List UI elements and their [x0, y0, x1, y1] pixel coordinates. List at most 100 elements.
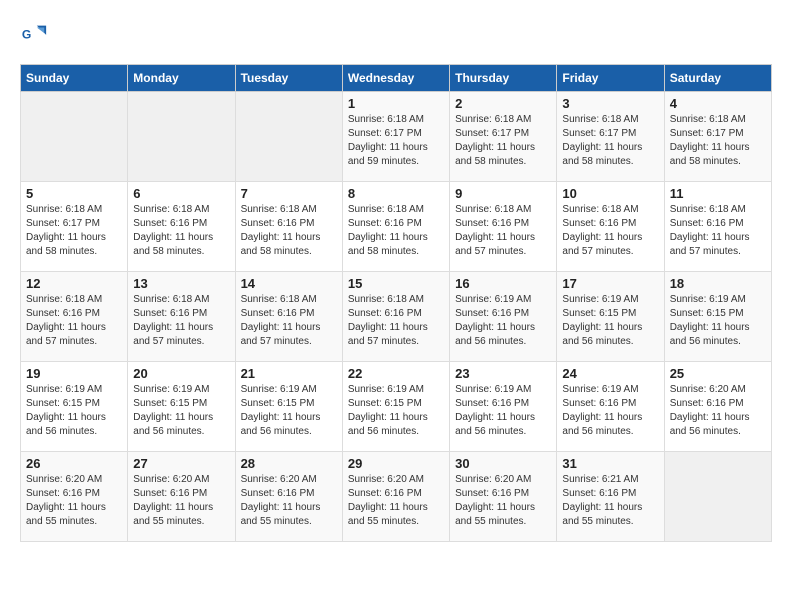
- day-cell: 12 Sunrise: 6:18 AM Sunset: 6:16 PM Dayli…: [21, 272, 128, 362]
- day-number: 27: [133, 456, 229, 471]
- day-cell: 16 Sunrise: 6:19 AM Sunset: 6:16 PM Dayli…: [450, 272, 557, 362]
- day-cell: 22Sunrise: 6:19 AM Sunset: 6:15 PM Dayli…: [342, 362, 449, 452]
- day-info: Sunrise: 6:18 AM Sunset: 6:16 PM Dayligh…: [670, 203, 766, 259]
- day-cell: 14 Sunrise: 6:18 AM Sunset: 6:16 PM Dayli…: [235, 272, 342, 362]
- day-info: Sunrise: 6:18 AM Sunset: 6:16 PM Dayligh…: [133, 203, 229, 259]
- day-info: Sunrise: 6:20 AM Sunset: 6:16 PM Dayligh…: [455, 473, 551, 529]
- day-cell: 29 Sunrise: 6:20 AM Sunset: 6:16 PM Dayli…: [342, 452, 449, 542]
- day-number: 14: [241, 276, 337, 291]
- day-info: Sunrise: 6:18 AM Sunset: 6:16 PM Dayligh…: [562, 203, 658, 259]
- day-info: Sunrise: 6:19 AM Sunset: 6:16 PM Dayligh…: [455, 293, 551, 349]
- logo: G: [20, 20, 50, 48]
- day-cell: 18 Sunrise: 6:19 AM Sunset: 6:15 PM Dayli…: [664, 272, 771, 362]
- day-cell: 6 Sunrise: 6:18 AM Sunset: 6:16 PM Daylig…: [128, 182, 235, 272]
- day-number: 26: [26, 456, 122, 471]
- day-number: 2: [455, 96, 551, 111]
- week-row-2: 5 Sunrise: 6:18 AM Sunset: 6:17 PM Daylig…: [21, 182, 772, 272]
- col-header-monday: Monday: [128, 65, 235, 92]
- day-cell: 17 Sunrise: 6:19 AM Sunset: 6:15 PM Dayli…: [557, 272, 664, 362]
- day-number: 19: [26, 366, 122, 381]
- day-number: 20: [133, 366, 229, 381]
- day-number: 17: [562, 276, 658, 291]
- day-number: 24: [562, 366, 658, 381]
- day-info: Sunrise: 6:19 AM Sunset: 6:15 PM Dayligh…: [26, 383, 122, 439]
- day-info: Sunrise: 6:19 AM Sunset: 6:15 PM Dayligh…: [670, 293, 766, 349]
- day-info: Sunrise: 6:19 AM Sunset: 6:15 PM Dayligh…: [133, 383, 229, 439]
- day-number: 31: [562, 456, 658, 471]
- day-number: 16: [455, 276, 551, 291]
- day-cell: 31Sunrise: 6:21 AM Sunset: 6:16 PM Dayli…: [557, 452, 664, 542]
- day-number: 22: [348, 366, 444, 381]
- day-info: Sunrise: 6:18 AM Sunset: 6:17 PM Dayligh…: [455, 113, 551, 169]
- day-cell: 20 Sunrise: 6:19 AM Sunset: 6:15 PM Dayli…: [128, 362, 235, 452]
- day-info: Sunrise: 6:20 AM Sunset: 6:16 PM Dayligh…: [133, 473, 229, 529]
- day-info: Sunrise: 6:20 AM Sunset: 6:16 PM Dayligh…: [348, 473, 444, 529]
- day-info: Sunrise: 6:18 AM Sunset: 6:16 PM Dayligh…: [241, 293, 337, 349]
- day-number: 6: [133, 186, 229, 201]
- day-info: Sunrise: 6:18 AM Sunset: 6:17 PM Dayligh…: [26, 203, 122, 259]
- day-cell: 4 Sunrise: 6:18 AM Sunset: 6:17 PM Daylig…: [664, 92, 771, 182]
- day-number: 9: [455, 186, 551, 201]
- header-row: SundayMondayTuesdayWednesdayThursdayFrid…: [21, 65, 772, 92]
- day-number: 23: [455, 366, 551, 381]
- col-header-sunday: Sunday: [21, 65, 128, 92]
- day-number: 18: [670, 276, 766, 291]
- col-header-tuesday: Tuesday: [235, 65, 342, 92]
- day-cell: [664, 452, 771, 542]
- day-info: Sunrise: 6:18 AM Sunset: 6:16 PM Dayligh…: [348, 293, 444, 349]
- day-number: 25: [670, 366, 766, 381]
- day-cell: 28 Sunrise: 6:20 AM Sunset: 6:16 PM Dayli…: [235, 452, 342, 542]
- day-cell: 2 Sunrise: 6:18 AM Sunset: 6:17 PM Daylig…: [450, 92, 557, 182]
- day-number: 12: [26, 276, 122, 291]
- svg-text:G: G: [22, 28, 31, 42]
- day-cell: 30 Sunrise: 6:20 AM Sunset: 6:16 PM Dayli…: [450, 452, 557, 542]
- day-cell: 8 Sunrise: 6:18 AM Sunset: 6:16 PM Daylig…: [342, 182, 449, 272]
- day-cell: 25 Sunrise: 6:20 AM Sunset: 6:16 PM Dayli…: [664, 362, 771, 452]
- day-number: 11: [670, 186, 766, 201]
- day-cell: 7 Sunrise: 6:18 AM Sunset: 6:16 PM Daylig…: [235, 182, 342, 272]
- week-row-1: 1 Sunrise: 6:18 AM Sunset: 6:17 PM Daylig…: [21, 92, 772, 182]
- day-info: Sunrise: 6:19 AM Sunset: 6:16 PM Dayligh…: [562, 383, 658, 439]
- col-header-wednesday: Wednesday: [342, 65, 449, 92]
- day-info: Sunrise: 6:18 AM Sunset: 6:16 PM Dayligh…: [133, 293, 229, 349]
- day-info: Sunrise: 6:19 AM Sunset: 6:15 PM Dayligh…: [562, 293, 658, 349]
- day-info: Sunrise: 6:18 AM Sunset: 6:16 PM Dayligh…: [241, 203, 337, 259]
- page-header: G: [20, 20, 772, 48]
- day-number: 29: [348, 456, 444, 471]
- day-cell: 24 Sunrise: 6:19 AM Sunset: 6:16 PM Dayli…: [557, 362, 664, 452]
- day-info: Sunrise: 6:18 AM Sunset: 6:16 PM Dayligh…: [26, 293, 122, 349]
- day-number: 13: [133, 276, 229, 291]
- calendar-table: SundayMondayTuesdayWednesdayThursdayFrid…: [20, 64, 772, 542]
- day-info: Sunrise: 6:19 AM Sunset: 6:16 PM Dayligh…: [455, 383, 551, 439]
- day-number: 1: [348, 96, 444, 111]
- logo-icon: G: [20, 20, 48, 48]
- day-number: 4: [670, 96, 766, 111]
- day-cell: 5 Sunrise: 6:18 AM Sunset: 6:17 PM Daylig…: [21, 182, 128, 272]
- day-cell: 9Sunrise: 6:18 AM Sunset: 6:16 PM Daylig…: [450, 182, 557, 272]
- day-info: Sunrise: 6:18 AM Sunset: 6:17 PM Dayligh…: [670, 113, 766, 169]
- day-cell: 11 Sunrise: 6:18 AM Sunset: 6:16 PM Dayli…: [664, 182, 771, 272]
- col-header-thursday: Thursday: [450, 65, 557, 92]
- day-cell: 27 Sunrise: 6:20 AM Sunset: 6:16 PM Dayli…: [128, 452, 235, 542]
- day-number: 10: [562, 186, 658, 201]
- week-row-5: 26 Sunrise: 6:20 AM Sunset: 6:16 PM Dayli…: [21, 452, 772, 542]
- day-number: 3: [562, 96, 658, 111]
- day-cell: 21Sunrise: 6:19 AM Sunset: 6:15 PM Dayli…: [235, 362, 342, 452]
- day-cell: [128, 92, 235, 182]
- day-cell: 26Sunrise: 6:20 AM Sunset: 6:16 PM Dayli…: [21, 452, 128, 542]
- day-number: 5: [26, 186, 122, 201]
- day-cell: 19 Sunrise: 6:19 AM Sunset: 6:15 PM Dayli…: [21, 362, 128, 452]
- col-header-saturday: Saturday: [664, 65, 771, 92]
- day-number: 7: [241, 186, 337, 201]
- day-cell: 3 Sunrise: 6:18 AM Sunset: 6:17 PM Daylig…: [557, 92, 664, 182]
- day-number: 8: [348, 186, 444, 201]
- day-info: Sunrise: 6:18 AM Sunset: 6:17 PM Dayligh…: [348, 113, 444, 169]
- col-header-friday: Friday: [557, 65, 664, 92]
- day-number: 15: [348, 276, 444, 291]
- day-number: 28: [241, 456, 337, 471]
- day-info: Sunrise: 6:20 AM Sunset: 6:16 PM Dayligh…: [241, 473, 337, 529]
- day-info: Sunrise: 6:20 AM Sunset: 6:16 PM Dayligh…: [670, 383, 766, 439]
- day-info: Sunrise: 6:18 AM Sunset: 6:16 PM Dayligh…: [348, 203, 444, 259]
- day-info: Sunrise: 6:18 AM Sunset: 6:17 PM Dayligh…: [562, 113, 658, 169]
- day-number: 30: [455, 456, 551, 471]
